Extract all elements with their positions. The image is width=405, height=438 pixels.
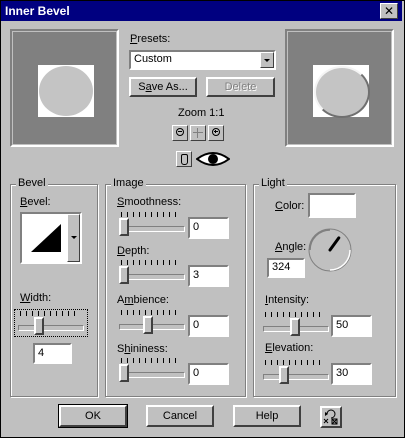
zoom-out-button[interactable] <box>172 125 188 141</box>
depth-slider[interactable] <box>119 260 185 284</box>
reset-button[interactable] <box>320 406 342 428</box>
help-button[interactable]: Help <box>233 405 301 427</box>
color-swatch[interactable] <box>308 193 356 218</box>
bevel-shape-dropdown-button[interactable] <box>67 214 80 262</box>
width-field[interactable]: 4 <box>33 343 72 364</box>
zoom-in-icon <box>212 128 220 136</box>
chevron-down-icon <box>264 59 270 62</box>
ok-button[interactable]: OK <box>58 404 128 428</box>
width-slider-thumb[interactable] <box>34 317 44 335</box>
ambience-field[interactable]: 0 <box>188 315 229 337</box>
ok-button-face[interactable]: OK <box>59 405 127 427</box>
reset-icon <box>323 409 338 425</box>
save-as-button[interactable]: Save As... <box>129 77 197 97</box>
shininess-slider[interactable] <box>119 358 185 382</box>
before-preview[interactable] <box>10 29 119 147</box>
light-group-label: Light <box>259 177 287 189</box>
ambience-slider[interactable] <box>119 310 185 334</box>
ambience-label: Ambience: <box>117 294 169 306</box>
elevation-field[interactable]: 30 <box>331 363 372 385</box>
smoothness-slider-thumb[interactable] <box>119 218 129 236</box>
elevation-label: Elevation: <box>265 342 314 354</box>
hand-icon <box>181 154 188 165</box>
move-icon <box>197 128 198 138</box>
pan-button[interactable] <box>190 125 206 141</box>
zoom-label: Zoom 1:1 <box>178 107 225 119</box>
angle-label: Angle: <box>275 241 307 253</box>
bevel-group-label: Bevel <box>16 177 48 189</box>
elevation-slider-thumb[interactable] <box>279 366 289 384</box>
after-preview[interactable] <box>285 29 394 147</box>
zoom-in-button[interactable] <box>208 125 224 141</box>
hand-button[interactable] <box>176 151 192 167</box>
depth-slider-thumb[interactable] <box>119 266 129 284</box>
color-label: Color: <box>275 200 305 212</box>
intensity-slider[interactable] <box>263 312 329 336</box>
presets-dropdown-button[interactable] <box>260 52 274 68</box>
depth-label: Depth: <box>117 245 150 257</box>
depth-field[interactable]: 3 <box>188 265 229 287</box>
delete-button[interactable]: Delete <box>206 77 275 97</box>
shininess-slider-thumb[interactable] <box>119 364 129 382</box>
angle-field[interactable]: 324 <box>267 258 305 278</box>
intensity-field[interactable]: 50 <box>331 315 372 337</box>
shininess-field[interactable]: 0 <box>188 363 229 385</box>
width-slider[interactable] <box>18 311 84 335</box>
presets-selected: Custom <box>134 53 172 65</box>
image-group-label: Image <box>111 177 146 189</box>
cancel-button[interactable]: Cancel <box>146 405 214 427</box>
angle-dial[interactable] <box>307 227 353 273</box>
title-bar[interactable]: Inner Bevel ✕ <box>1 1 402 21</box>
intensity-label: Intensity: <box>265 294 310 306</box>
smoothness-slider[interactable] <box>119 212 185 236</box>
presets-label: Presets: <box>130 33 171 45</box>
smoothness-label: Smoothness: <box>117 196 182 208</box>
bevel-shape-swatch <box>31 224 61 252</box>
shininess-label: Shininess: <box>117 343 168 355</box>
chevron-down-icon <box>71 236 77 239</box>
smoothness-field[interactable]: 0 <box>188 217 229 239</box>
window-title: Inner Bevel <box>5 4 70 18</box>
zoom-out-icon <box>176 128 184 136</box>
bevel-shape-picker[interactable] <box>20 212 82 264</box>
presets-dropdown[interactable]: Custom <box>129 50 276 70</box>
elevation-slider[interactable] <box>263 360 329 384</box>
ambience-slider-thumb[interactable] <box>143 316 153 334</box>
close-button[interactable]: ✕ <box>380 3 398 19</box>
intensity-slider-thumb[interactable] <box>290 318 300 336</box>
width-label: Width: <box>20 292 52 304</box>
bevel-label: Bevel: <box>20 196 51 208</box>
eye-icon[interactable] <box>195 150 231 168</box>
